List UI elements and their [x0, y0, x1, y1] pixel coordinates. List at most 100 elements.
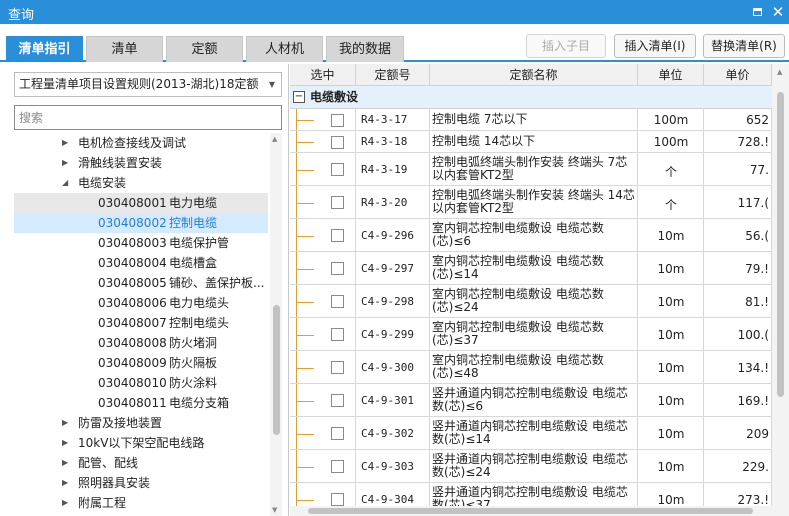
- row-unit: 10m: [657, 229, 685, 243]
- collapsed-arrow-icon[interactable]: ▶: [62, 433, 68, 453]
- tab-quota[interactable]: 定额: [166, 36, 243, 62]
- row-name: 竖井通道内铜芯控制电缆敷设 电缆芯数(芯)≤6: [432, 386, 628, 413]
- expanded-arrow-icon[interactable]: ◢: [62, 173, 68, 193]
- tree-item[interactable]: ▶ 照明器具安装: [14, 473, 268, 493]
- close-icon[interactable]: ✕: [769, 3, 787, 21]
- table-row[interactable]: C4-9-303 竖井通道内铜芯控制电缆敷设 电缆芯数(芯)≤24 10m 229.: [290, 450, 772, 483]
- row-checkbox[interactable]: [331, 114, 344, 127]
- tree-item[interactable]: 030408011 电缆分支箱: [14, 393, 268, 413]
- collapsed-arrow-icon[interactable]: ▶: [62, 133, 68, 153]
- tab-list[interactable]: 清单: [86, 36, 163, 62]
- tree-item[interactable]: 030408006 电力电缆头: [14, 293, 268, 313]
- row-unit: 10m: [657, 328, 685, 342]
- row-checkbox[interactable]: [331, 229, 344, 242]
- row-price: 100.(: [737, 328, 769, 342]
- row-checkbox[interactable]: [331, 460, 344, 473]
- table-cell: [290, 318, 356, 350]
- table-row[interactable]: C4-9-297 室内铜芯控制电缆敷设 电缆芯数(芯)≤14 10m 79.!: [290, 252, 772, 285]
- row-price: 652: [746, 113, 769, 127]
- tree-line: [296, 285, 297, 317]
- row-checkbox[interactable]: [331, 427, 344, 440]
- row-checkbox[interactable]: [331, 295, 344, 308]
- rule-select[interactable]: 工程量清单项目设置规则(2013-湖北)18定额 ▼: [14, 72, 282, 97]
- tree-item[interactable]: 030408002 控制电缆: [14, 213, 268, 233]
- tab-my-data[interactable]: 我的数据: [326, 36, 404, 62]
- row-name: 室内铜芯控制电缆敷设 电缆芯数(芯)≤6: [432, 221, 604, 248]
- tree-item[interactable]: ◢ 电缆安装: [14, 173, 268, 193]
- header-code[interactable]: 定额号: [356, 64, 430, 86]
- table-row[interactable]: R4-3-19 控制电弧终端头制作安装 终端头 7芯以内套管KT2型 个 77.: [290, 153, 772, 186]
- table-row[interactable]: C4-9-296 室内铜芯控制电缆敷设 电缆芯数(芯)≤6 10m 56.(: [290, 219, 772, 252]
- scroll-down-icon[interactable]: ▼: [272, 506, 277, 514]
- search-input[interactable]: [14, 105, 282, 130]
- collapsed-arrow-icon[interactable]: ▶: [62, 413, 68, 433]
- tree-item[interactable]: ▶ 10kV以下架空配电线路: [14, 433, 268, 453]
- tree-item[interactable]: 030408001 电力电缆: [14, 193, 268, 213]
- table-row[interactable]: C4-9-299 室内铜芯控制电缆敷设 电缆芯数(芯)≤37 10m 100.(: [290, 318, 772, 351]
- tree-item[interactable]: 030408007 控制电缆头: [14, 313, 268, 333]
- row-unit: 个: [664, 165, 677, 179]
- table-row[interactable]: R4-3-20 控制电弧终端头制作安装 终端头 14芯以内套管KT2型 个 117.(: [290, 186, 772, 219]
- tree-item-label: 电缆槽盒: [169, 256, 218, 270]
- grid-hscrollbar[interactable]: [290, 506, 772, 516]
- tree-item[interactable]: 030408008 防火堵洞: [14, 333, 268, 353]
- chevron-down-icon[interactable]: ▼: [269, 73, 275, 96]
- header-unit[interactable]: 单位: [638, 64, 704, 86]
- replace-list-button[interactable]: 替换清单(R): [703, 34, 785, 58]
- insert-child-button[interactable]: 插入子目: [526, 34, 606, 58]
- quota-grid: 选中 定额号 定额名称 单位 单价 − 电缆敷设 R4-3-17 控制电缆 7芯以…: [290, 64, 789, 516]
- row-checkbox[interactable]: [331, 196, 344, 209]
- tree-item[interactable]: 030408010 防火涂料: [14, 373, 268, 393]
- collapse-icon[interactable]: −: [293, 91, 305, 103]
- table-row[interactable]: C4-9-300 室内铜芯控制电缆敷设 电缆芯数(芯)≤48 10m 134.!: [290, 351, 772, 384]
- row-checkbox[interactable]: [331, 394, 344, 407]
- insert-list-button[interactable]: 插入清单(I): [614, 34, 696, 58]
- tree-item[interactable]: 030408003 电缆保护管: [14, 233, 268, 253]
- header-price[interactable]: 单价: [704, 64, 772, 86]
- tree-item[interactable]: 030408004 电缆槽盒: [14, 253, 268, 273]
- maximize-icon[interactable]: [748, 3, 766, 21]
- tree-item-label: 电力电缆头: [169, 296, 230, 310]
- table-row[interactable]: R4-3-17 控制电缆 7芯以下 100m 652: [290, 109, 772, 131]
- tree-item[interactable]: ▶ 配管、配线: [14, 453, 268, 473]
- collapsed-arrow-icon[interactable]: ▶: [62, 473, 68, 493]
- tab-labor-material-machine[interactable]: 人材机: [246, 36, 323, 62]
- row-checkbox[interactable]: [331, 163, 344, 176]
- tree-item[interactable]: ▶ 防雷及接地装置: [14, 413, 268, 433]
- tree-item-label: 电机检查接线及调试: [78, 136, 187, 150]
- row-checkbox[interactable]: [331, 361, 344, 374]
- row-price: 134.!: [737, 361, 769, 375]
- grid-scrollbar[interactable]: ▲: [772, 64, 789, 516]
- row-checkbox[interactable]: [331, 328, 344, 341]
- table-row[interactable]: R4-3-18 控制电缆 14芯以下 100m 728.!: [290, 131, 772, 153]
- row-checkbox[interactable]: [331, 262, 344, 275]
- tree-item[interactable]: ▶ 附属工程: [14, 493, 268, 513]
- scroll-up-icon[interactable]: ▲: [272, 135, 277, 143]
- row-price: 56.(: [745, 229, 769, 243]
- row-unit: 10m: [657, 262, 685, 276]
- tree-line: [296, 269, 314, 270]
- tree-scrollbar[interactable]: ▲ ▼: [270, 133, 282, 516]
- table-row[interactable]: C4-9-301 竖井通道内铜芯控制电缆敷设 电缆芯数(芯)≤6 10m 169.!: [290, 384, 772, 417]
- table-row[interactable]: C4-9-298 室内铜芯控制电缆敷设 电缆芯数(芯)≤24 10m 81.!: [290, 285, 772, 318]
- table-cell: [290, 450, 356, 482]
- scroll-up-icon[interactable]: ▲: [777, 68, 782, 76]
- grid-hscrollbar-thumb[interactable]: [308, 508, 753, 514]
- grid-scrollbar-thumb[interactable]: [777, 92, 784, 397]
- header-name[interactable]: 定额名称: [430, 64, 638, 86]
- tab-list-guide[interactable]: 清单指引: [6, 36, 83, 62]
- tree-item[interactable]: 030408009 防火隔板: [14, 353, 268, 373]
- row-checkbox[interactable]: [331, 136, 344, 149]
- table-cell: [290, 417, 356, 449]
- tree-item[interactable]: ▶ 电机检查接线及调试: [14, 133, 268, 153]
- tree-item[interactable]: 030408005 铺砂、盖保护板...: [14, 273, 268, 293]
- collapsed-arrow-icon[interactable]: ▶: [62, 493, 68, 513]
- row-checkbox[interactable]: [331, 493, 344, 506]
- collapsed-arrow-icon[interactable]: ▶: [62, 153, 68, 173]
- tree-item-code: 030408006: [98, 296, 167, 310]
- tree-item[interactable]: ▶ 滑触线装置安装: [14, 153, 268, 173]
- table-row[interactable]: C4-9-302 竖井通道内铜芯控制电缆敷设 电缆芯数(芯)≤14 10m 209: [290, 417, 772, 450]
- tree-line: [296, 384, 297, 416]
- collapsed-arrow-icon[interactable]: ▶: [62, 453, 68, 473]
- tree-scrollbar-thumb[interactable]: [273, 305, 280, 435]
